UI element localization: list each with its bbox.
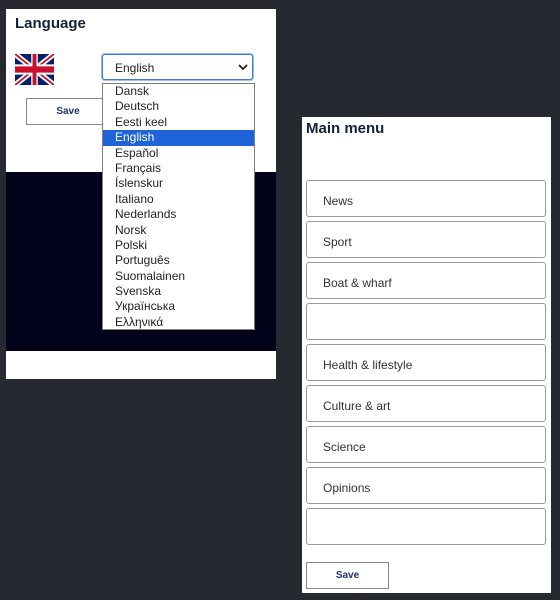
main-menu-title: Main menu <box>306 120 385 137</box>
language-option[interactable]: Svenska <box>103 284 254 299</box>
language-select[interactable]: English <box>102 54 253 80</box>
language-option[interactable]: Polski <box>103 238 254 253</box>
menu-item[interactable] <box>306 508 546 545</box>
language-save-button[interactable]: Save <box>26 98 110 125</box>
menu-item[interactable]: News <box>306 180 546 217</box>
menu-item[interactable]: Boat & wharf <box>306 262 546 299</box>
language-select-value: English <box>115 61 155 75</box>
language-option[interactable]: Norsk <box>103 223 254 238</box>
language-option[interactable]: Português <box>103 253 254 268</box>
language-option[interactable]: Dansk <box>103 84 254 99</box>
menu-item[interactable]: Culture & art <box>306 385 546 422</box>
menu-item[interactable]: Health & lifestyle <box>306 344 546 381</box>
language-option[interactable]: English <box>103 130 254 146</box>
main-menu-panel: Main menu News Sport Boat & wharf Health & … <box>302 117 551 593</box>
language-option[interactable]: Nederlands <box>103 207 254 222</box>
menu-save-button[interactable]: Save <box>306 562 389 589</box>
language-option[interactable]: Español <box>103 146 254 161</box>
language-dropdown-list[interactable]: Dansk Deutsch Eesti keel English Español Fran… <box>102 83 255 330</box>
chevron-down-icon <box>238 64 248 71</box>
menu-item[interactable] <box>306 303 546 340</box>
language-option[interactable]: Eesti keel <box>103 115 254 130</box>
uk-flag-icon <box>15 54 54 85</box>
language-option[interactable]: Ελληνικά <box>103 315 254 330</box>
language-option[interactable]: Suomalainen <box>103 269 254 284</box>
language-option[interactable]: Deutsch <box>103 99 254 114</box>
language-title: Language <box>15 15 86 32</box>
menu-item[interactable]: Opinions <box>306 467 546 504</box>
menu-item[interactable]: Science <box>306 426 546 463</box>
language-option[interactable]: Íslenskur <box>103 176 254 191</box>
language-option[interactable]: Italiano <box>103 192 254 207</box>
menu-item[interactable]: Sport <box>306 221 546 258</box>
language-option[interactable]: Українська <box>103 299 254 314</box>
language-option[interactable]: Français <box>103 161 254 176</box>
